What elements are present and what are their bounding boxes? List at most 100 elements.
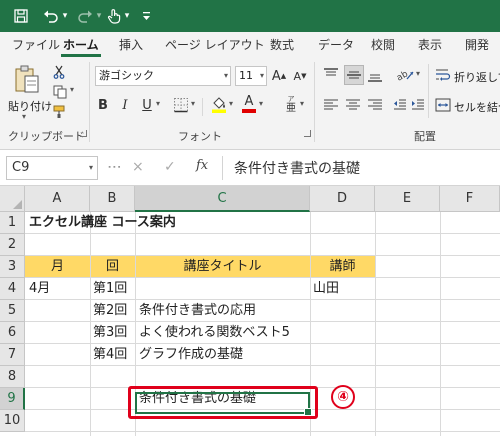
- cell-a1[interactable]: エクセル講座 コース案内: [29, 212, 176, 234]
- cell-b5[interactable]: 第2回: [93, 300, 127, 322]
- font-launcher-icon[interactable]: [304, 130, 311, 137]
- underline-button[interactable]: U: [140, 96, 154, 114]
- touch-mode-icon[interactable]: [106, 0, 122, 32]
- orientation-dropdown-icon[interactable]: ▾: [416, 69, 420, 78]
- cell-a4[interactable]: 4月: [29, 278, 50, 300]
- italic-button[interactable]: I: [118, 96, 132, 114]
- cancel-icon[interactable]: ×: [132, 159, 144, 175]
- clipboard-launcher-icon[interactable]: [80, 130, 87, 137]
- align-middle-icon[interactable]: [344, 65, 364, 85]
- cell-d3[interactable]: 講師: [310, 256, 375, 278]
- tab-developer[interactable]: 開発: [465, 32, 489, 58]
- align-bottom-icon[interactable]: [366, 66, 384, 84]
- font-color-button[interactable]: A: [241, 94, 257, 114]
- cell-c3[interactable]: 講座タイトル: [135, 256, 310, 278]
- title-bar: ▾ ▾ ▾: [0, 0, 500, 32]
- shrink-font-button[interactable]: A ▼: [292, 66, 308, 86]
- column-header-b[interactable]: B: [90, 186, 135, 212]
- column-header-e[interactable]: E: [375, 186, 440, 212]
- tab-insert[interactable]: 挿入: [119, 32, 143, 58]
- format-painter-icon[interactable]: [52, 104, 68, 120]
- redo-icon[interactable]: [76, 0, 94, 32]
- grow-font-button[interactable]: A ▲: [271, 66, 287, 86]
- row-header-5[interactable]: 5: [0, 300, 25, 322]
- phonetic-button[interactable]: ア 亜: [282, 94, 300, 114]
- row-header-6[interactable]: 6: [0, 322, 25, 344]
- align-left-icon[interactable]: [322, 96, 340, 114]
- cut-icon[interactable]: [52, 64, 66, 80]
- paste-icon[interactable]: [12, 62, 42, 96]
- underline-dropdown-icon[interactable]: ▾: [156, 99, 160, 108]
- ribbon-tabs: ファイル ホーム 挿入 ページ レイアウト 数式 データ 校閲 表示 開発: [0, 32, 500, 58]
- row-header-2[interactable]: 2: [0, 234, 25, 256]
- insert-function-icon[interactable]: fx: [196, 158, 208, 173]
- save-icon[interactable]: [12, 0, 30, 32]
- tab-file[interactable]: ファイル: [12, 32, 60, 58]
- row-header-7[interactable]: 7: [0, 344, 25, 366]
- font-color-dropdown-icon[interactable]: ▾: [259, 99, 263, 108]
- touch-dropdown-icon[interactable]: ▾: [123, 0, 131, 32]
- font-size-select[interactable]: 11 ▾: [235, 66, 267, 86]
- tab-view[interactable]: 表示: [418, 32, 442, 58]
- fill-color-icon[interactable]: [210, 94, 228, 114]
- column-header-c[interactable]: C: [135, 186, 310, 212]
- cell-a3[interactable]: 月: [25, 256, 90, 278]
- align-right-icon[interactable]: [366, 96, 384, 114]
- align-top-icon[interactable]: [322, 66, 340, 84]
- tab-home[interactable]: ホーム: [61, 32, 101, 58]
- align-center-icon[interactable]: [344, 96, 362, 114]
- enter-icon[interactable]: ✓: [164, 159, 176, 175]
- row-header-1[interactable]: 1: [0, 212, 25, 234]
- redo-dropdown-icon[interactable]: ▾: [95, 0, 103, 32]
- merge-center-icon[interactable]: [434, 96, 452, 114]
- wrap-text-label[interactable]: 折り返して: [454, 69, 500, 85]
- column-header-a[interactable]: A: [25, 186, 90, 212]
- customize-icon[interactable]: [140, 0, 152, 32]
- cell-c6[interactable]: よく使われる関数ベスト5: [139, 322, 290, 344]
- formula-input[interactable]: 条件付き書式の基礎: [234, 158, 360, 178]
- tab-formulas[interactable]: 数式: [270, 32, 294, 58]
- cell-d4[interactable]: 山田: [313, 278, 339, 300]
- row-header-8[interactable]: 8: [0, 366, 25, 388]
- cell-b4[interactable]: 第1回: [93, 278, 127, 300]
- cell-b6[interactable]: 第3回: [93, 322, 127, 344]
- row-header-4[interactable]: 4: [0, 278, 25, 300]
- merge-center-label[interactable]: セルを結合: [454, 99, 500, 115]
- gridline: [375, 212, 376, 436]
- tab-review[interactable]: 校閲: [371, 32, 395, 58]
- phonetic-dropdown-icon[interactable]: ▾: [300, 99, 304, 108]
- grow-font-label: A: [271, 68, 281, 84]
- cell-b7[interactable]: 第4回: [93, 344, 127, 366]
- font-name-value: 游ゴシック: [99, 69, 154, 82]
- borders-dropdown-icon[interactable]: ▾: [191, 99, 195, 108]
- undo-dropdown-icon[interactable]: ▾: [61, 0, 69, 32]
- column-header-d[interactable]: D: [310, 186, 375, 212]
- fill-color-dropdown-icon[interactable]: ▾: [229, 99, 233, 108]
- paste-dropdown-icon[interactable]: ▾: [22, 112, 26, 121]
- font-name-select[interactable]: 游ゴシック ▾: [95, 66, 231, 86]
- orientation-icon[interactable]: ab: [394, 65, 416, 85]
- tab-page-layout[interactable]: ページ レイアウト: [165, 32, 265, 58]
- row-header-3[interactable]: 3: [0, 256, 25, 278]
- copy-dropdown-icon[interactable]: ▾: [70, 85, 74, 94]
- column-header-f[interactable]: F: [440, 186, 500, 212]
- copy-icon[interactable]: [52, 84, 68, 100]
- cell-b3[interactable]: 回: [90, 256, 135, 278]
- tab-data[interactable]: データ: [318, 32, 354, 58]
- bold-button[interactable]: B: [96, 96, 110, 114]
- increase-indent-icon[interactable]: [410, 96, 426, 114]
- cell-c7[interactable]: グラフ作成の基礎: [139, 344, 243, 366]
- undo-icon[interactable]: [42, 0, 60, 32]
- name-box[interactable]: C9 ▾: [6, 156, 98, 180]
- decrease-indent-icon[interactable]: [392, 96, 408, 114]
- align-divider: [428, 64, 429, 118]
- select-all-button[interactable]: [0, 186, 25, 212]
- row-header-9[interactable]: 9: [0, 388, 25, 410]
- cell-c5[interactable]: 条件付き書式の応用: [139, 300, 256, 322]
- borders-icon[interactable]: [172, 96, 190, 114]
- resize-handle-icon[interactable]: ⋮: [106, 160, 122, 173]
- step-badge: ④: [331, 385, 355, 409]
- wrap-text-icon[interactable]: [434, 66, 452, 84]
- paste-label[interactable]: 貼り付け: [8, 98, 52, 114]
- row-header-10[interactable]: 10: [0, 410, 25, 432]
